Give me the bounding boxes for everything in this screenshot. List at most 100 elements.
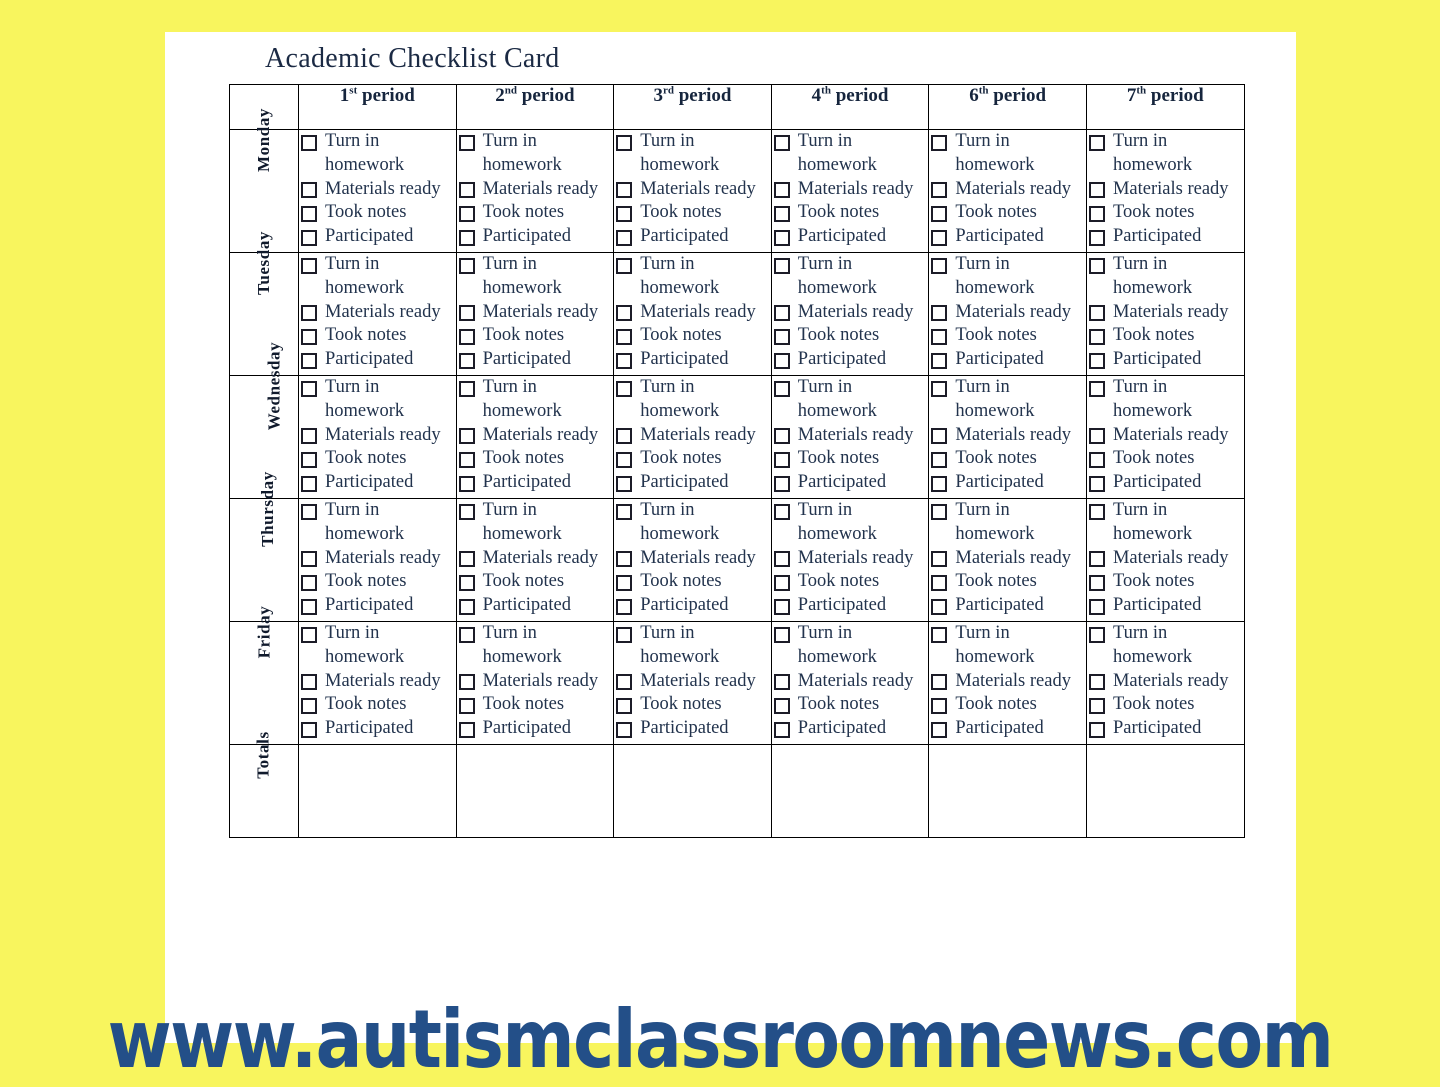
checkbox-icon[interactable] [1088,475,1105,492]
checklist-item[interactable]: Materials ready [929,670,1086,694]
checklist-item[interactable]: Materials ready [299,301,456,325]
totals-entry-period-4[interactable] [770,744,930,838]
totals-entry-period-1[interactable] [298,744,457,838]
checkbox-icon[interactable] [616,574,633,591]
checkbox-icon[interactable] [1088,182,1105,199]
checkbox-icon[interactable] [773,352,790,369]
checklist-item[interactable]: Turn in homework [457,376,614,424]
checklist-item[interactable]: Took notes [1087,201,1244,225]
checkbox-icon[interactable] [616,257,633,274]
checklist-item[interactable]: Turn in homework [929,376,1086,424]
checkbox-icon[interactable] [301,451,317,468]
checklist-item[interactable]: Took notes [929,570,1086,594]
checklist-item[interactable]: Participated [614,225,771,249]
checklist-item[interactable]: Took notes [929,447,1086,471]
checklist-item[interactable]: Took notes [457,447,614,471]
checklist-item[interactable]: Materials ready [1087,424,1244,448]
checklist-item[interactable]: Turn in homework [929,253,1086,301]
checklist-item[interactable]: Turn in homework [614,622,771,670]
checkbox-icon[interactable] [301,598,317,615]
checklist-item[interactable]: Participated [772,717,929,741]
checkbox-icon[interactable] [458,380,475,397]
checklist-item[interactable]: Materials ready [614,547,771,571]
checkbox-icon[interactable] [1088,574,1105,591]
checklist-item[interactable]: Turn in homework [457,130,614,178]
checklist-item[interactable]: Turn in homework [614,130,771,178]
checklist-item[interactable]: Turn in homework [299,499,456,547]
checkbox-icon[interactable] [1088,305,1105,322]
checklist-item[interactable]: Materials ready [929,547,1086,571]
checklist-item[interactable]: Took notes [457,201,614,225]
checklist-item[interactable]: Participated [929,225,1086,249]
checkbox-icon[interactable] [616,380,633,397]
checklist-item[interactable]: Materials ready [929,424,1086,448]
checkbox-icon[interactable] [616,352,633,369]
checkbox-icon[interactable] [301,328,317,345]
checklist-item[interactable]: Materials ready [614,178,771,202]
checkbox-icon[interactable] [301,205,317,222]
checkbox-icon[interactable] [616,451,633,468]
checkbox-icon[interactable] [1088,721,1105,738]
checklist-item[interactable]: Took notes [772,324,929,348]
checkbox-icon[interactable] [616,626,633,643]
checkbox-icon[interactable] [773,257,790,274]
checkbox-icon[interactable] [931,674,948,691]
checkbox-icon[interactable] [458,257,475,274]
checklist-item[interactable]: Participated [457,225,614,249]
checklist-item[interactable]: Took notes [772,693,929,717]
checklist-item[interactable]: Participated [929,348,1086,372]
checklist-item[interactable]: Materials ready [772,547,929,571]
checklist-item[interactable]: Participated [614,348,771,372]
checklist-item[interactable]: Materials ready [457,670,614,694]
checklist-item[interactable]: Took notes [1087,570,1244,594]
checkbox-icon[interactable] [773,328,790,345]
checklist-item[interactable]: Turn in homework [457,499,614,547]
checkbox-icon[interactable] [301,475,317,492]
checklist-item[interactable]: Took notes [457,324,614,348]
checkbox-icon[interactable] [773,134,790,151]
checkbox-icon[interactable] [616,305,633,322]
checkbox-icon[interactable] [773,305,790,322]
checklist-item[interactable]: Turn in homework [1087,253,1244,301]
checkbox-icon[interactable] [616,721,633,738]
checkbox-icon[interactable] [616,598,633,615]
checklist-item[interactable]: Participated [299,225,456,249]
checkbox-icon[interactable] [773,551,790,568]
checklist-item[interactable]: Participated [1087,594,1244,618]
checkbox-icon[interactable] [458,205,475,222]
checklist-item[interactable]: Participated [772,594,929,618]
checkbox-icon[interactable] [773,380,790,397]
checklist-item[interactable]: Materials ready [1087,670,1244,694]
checkbox-icon[interactable] [301,674,317,691]
checklist-item[interactable]: Materials ready [929,301,1086,325]
checkbox-icon[interactable] [616,551,633,568]
checklist-item[interactable]: Materials ready [772,178,929,202]
checkbox-icon[interactable] [773,503,790,520]
checkbox-icon[interactable] [931,134,948,151]
checklist-item[interactable]: Took notes [929,693,1086,717]
checkbox-icon[interactable] [773,475,790,492]
checkbox-icon[interactable] [458,674,475,691]
checkbox-icon[interactable] [301,229,317,246]
checklist-item[interactable]: Participated [614,594,771,618]
checklist-item[interactable]: Participated [1087,471,1244,495]
checkbox-icon[interactable] [1088,205,1105,222]
checklist-item[interactable]: Turn in homework [614,376,771,424]
checkbox-icon[interactable] [616,428,633,445]
checklist-item[interactable]: Took notes [772,201,929,225]
checkbox-icon[interactable] [1088,674,1105,691]
checkbox-icon[interactable] [1088,551,1105,568]
checkbox-icon[interactable] [458,626,475,643]
checklist-item[interactable]: Materials ready [457,178,614,202]
checklist-item[interactable]: Took notes [457,693,614,717]
checkbox-icon[interactable] [931,205,948,222]
checklist-item[interactable]: Participated [772,348,929,372]
checkbox-icon[interactable] [773,451,790,468]
checkbox-icon[interactable] [1088,229,1105,246]
checkbox-icon[interactable] [458,451,475,468]
checklist-item[interactable]: Turn in homework [299,622,456,670]
checkbox-icon[interactable] [458,182,475,199]
checklist-item[interactable]: Took notes [772,447,929,471]
checkbox-icon[interactable] [1088,626,1105,643]
checklist-item[interactable]: Participated [1087,717,1244,741]
